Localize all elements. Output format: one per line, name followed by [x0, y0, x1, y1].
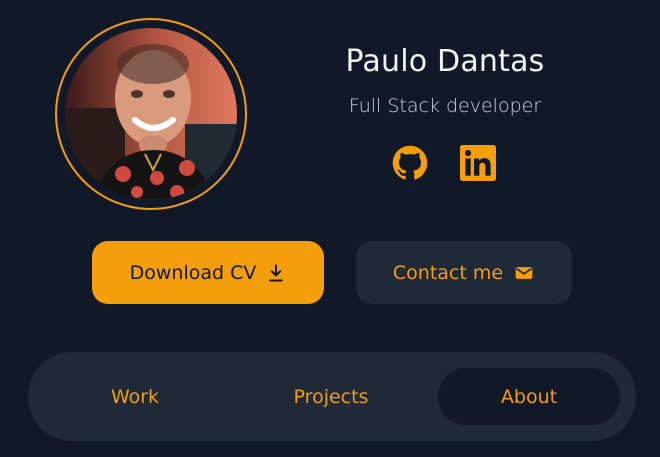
contact-me-label: Contact me — [392, 261, 504, 284]
github-icon[interactable] — [392, 145, 428, 181]
profile-name: Paulo Dantas — [345, 44, 545, 79]
download-icon — [266, 263, 286, 283]
avatar — [65, 28, 237, 200]
profile-card: Paulo Dantas Full Stack developer Downlo… — [0, 0, 660, 457]
linkedin-icon[interactable] — [460, 145, 496, 181]
tab-bar: Work Projects About — [28, 352, 636, 441]
tab-work[interactable]: Work — [40, 368, 230, 425]
download-cv-button[interactable]: Download CV — [92, 241, 324, 304]
contact-me-button[interactable]: Contact me — [356, 241, 572, 304]
profile-role: Full Stack developer — [348, 95, 542, 117]
tab-about[interactable]: About — [438, 368, 620, 425]
avatar-ring — [55, 18, 247, 210]
mail-icon — [513, 263, 535, 283]
social-links — [392, 145, 496, 181]
download-cv-label: Download CV — [129, 261, 257, 284]
tab-projects[interactable]: Projects — [236, 368, 426, 425]
